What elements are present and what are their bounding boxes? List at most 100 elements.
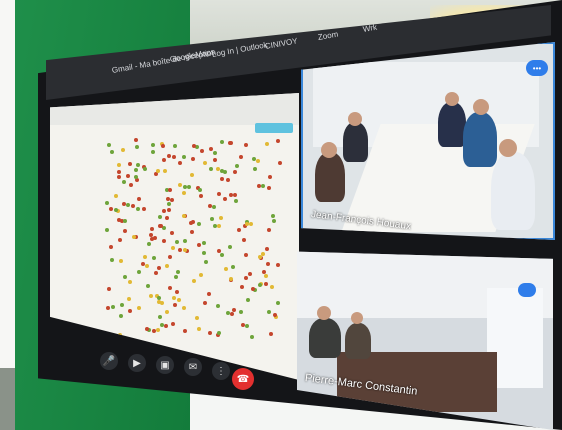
map-route-dot <box>247 271 252 276</box>
camera-icon[interactable]: ▶ <box>128 354 146 372</box>
map-route-dot <box>231 264 236 269</box>
map-action-button[interactable] <box>255 123 293 133</box>
map-route-dot <box>145 263 150 268</box>
map-route-dot <box>156 328 161 333</box>
map-route-dot <box>224 267 229 272</box>
map-route-dot <box>187 185 192 190</box>
map-route-dot <box>168 188 173 193</box>
map-route-dot <box>181 305 186 310</box>
person-office-right-head <box>351 312 363 324</box>
map-route-dot <box>130 203 135 208</box>
map-route-dot <box>235 164 240 169</box>
map-route-dot <box>216 303 221 308</box>
map-route-dot <box>164 310 169 315</box>
map-route-dot <box>116 162 121 167</box>
map-route-dot <box>190 229 195 234</box>
map-route-dot <box>203 161 208 166</box>
map-route-dot <box>234 199 239 204</box>
map-route-dot <box>215 167 220 172</box>
map-route-dot <box>164 324 169 329</box>
map-route-dot <box>121 180 126 185</box>
map-route-dot <box>137 269 142 274</box>
map-route-dot <box>228 245 233 250</box>
map-route-dot <box>177 298 182 303</box>
map-route-dot <box>240 285 245 290</box>
map-route-dot <box>264 141 269 146</box>
map-route-dot <box>190 173 195 178</box>
map-route-dot <box>178 248 183 253</box>
map-route-dot <box>207 330 212 335</box>
map-route-dot <box>206 292 211 297</box>
map-route-dot <box>166 202 171 207</box>
person-right-blue-head <box>473 99 489 115</box>
map-route-dot <box>171 245 175 250</box>
map-route-dot <box>175 239 180 244</box>
map-route-dot <box>270 284 275 289</box>
chat-icon[interactable]: ✉ <box>184 358 202 376</box>
map-route-dot <box>197 222 202 227</box>
map-route-dot <box>108 245 113 250</box>
map-route-dot <box>252 167 257 172</box>
map-route-dot <box>162 168 167 173</box>
share-screen-icon[interactable]: ▣ <box>156 356 174 374</box>
map-route-dot <box>109 206 114 211</box>
map-route-dot <box>110 304 115 309</box>
person-back-head <box>445 92 459 106</box>
map-route-dot <box>134 167 139 172</box>
map-route-dot <box>161 239 166 243</box>
map-route-dot <box>216 191 221 196</box>
more-options-icon[interactable]: ⋮ <box>212 362 230 380</box>
map-route-dot <box>171 322 176 327</box>
map-route-dot <box>276 262 281 267</box>
map-route-dot <box>212 150 217 155</box>
map-route-dot <box>182 239 187 244</box>
map-route-dot <box>182 213 187 218</box>
map-route-dot <box>141 207 146 212</box>
map-route-dot <box>169 231 174 236</box>
hang-up-button[interactable]: ☎ <box>232 368 254 390</box>
map-route-dot <box>243 142 248 147</box>
person-left <box>315 152 345 202</box>
map-route-dot <box>263 273 268 278</box>
map-route-dot <box>156 299 161 304</box>
map-route-dot <box>197 187 202 192</box>
person-right-blue <box>463 112 497 167</box>
map-route-dot <box>121 201 126 206</box>
map-route-dot <box>116 217 121 222</box>
map-route-dot <box>116 175 121 180</box>
map-route-dot <box>160 143 165 148</box>
map-route-dot <box>136 196 141 201</box>
participants-icon[interactable]: ••• <box>526 60 548 76</box>
map-route-dot <box>118 258 123 263</box>
map-route-dot <box>114 193 119 198</box>
map-route-dot <box>271 218 276 223</box>
map-route-dot <box>149 227 154 231</box>
map-route-dot <box>209 146 214 151</box>
microphone-icon[interactable]: 🎤 <box>100 352 118 370</box>
map-route-dot <box>123 218 128 223</box>
person-office-left <box>309 318 341 358</box>
video-tile-meeting-room[interactable]: Jean-François Houaux <box>301 42 555 240</box>
map-route-dot <box>140 262 145 267</box>
map-route-dot <box>199 148 204 153</box>
map-route-dot <box>173 275 178 280</box>
map-route-dot <box>203 260 208 265</box>
map-route-dot <box>267 310 272 315</box>
map-route-dot <box>209 166 214 171</box>
map-route-dot <box>246 298 251 303</box>
map-route-dot <box>166 208 171 212</box>
map-route-dot <box>158 314 163 319</box>
map-route-dot <box>151 329 156 334</box>
map-route-dot <box>191 143 196 148</box>
map-route-dot <box>123 228 128 233</box>
map-route-dot <box>197 243 202 248</box>
map-route-dot <box>244 221 249 226</box>
map-route-dot <box>142 255 147 260</box>
map-route-dot <box>118 314 123 319</box>
map-route-dot <box>105 306 110 311</box>
map-route-dot <box>147 242 152 247</box>
map-route-dot <box>126 296 131 301</box>
map-route-dot <box>201 241 206 246</box>
map-route-dot <box>261 183 266 188</box>
map-route-dot <box>190 156 195 161</box>
